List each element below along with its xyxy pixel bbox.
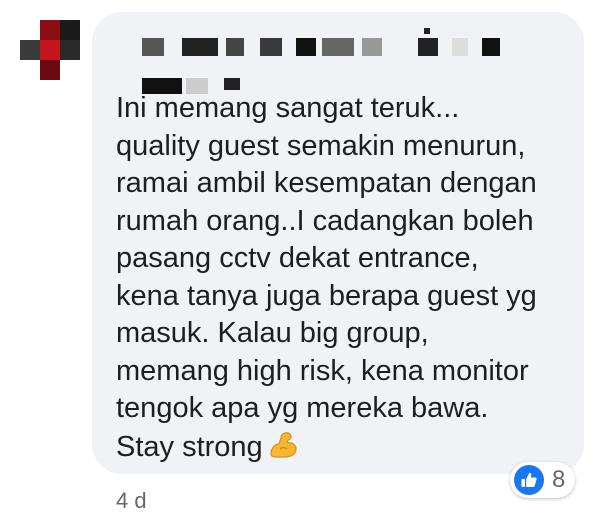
- comment-line: rumah orang..I cadangkan boleh: [116, 204, 534, 237]
- comment-line: masuk. Kalau big group,: [116, 317, 429, 349]
- comment-text: Ini memang sangat teruk... quality guest…: [116, 90, 576, 470]
- comment-line: ramai ambil kesempatan dengan: [116, 167, 537, 199]
- flexed-biceps-icon: [267, 428, 299, 471]
- comment-line: kena tanya juga berapa guest yg: [116, 279, 537, 312]
- reaction-summary[interactable]: 8: [510, 462, 576, 498]
- author-name-redacted[interactable]: [100, 28, 520, 94]
- reaction-count: 8: [552, 466, 566, 493]
- comment-line: Ini memang sangat teruk...: [116, 92, 460, 124]
- comment-screenshot: Ini memang sangat teruk... quality guest…: [0, 0, 608, 517]
- avatar[interactable]: [20, 20, 80, 80]
- comment-line: Stay strong: [116, 430, 263, 463]
- comment-line: pasang cctv dekat entrance,: [116, 242, 479, 274]
- comment-line: quality guest semakin menurun,: [116, 129, 526, 162]
- like-icon: [514, 465, 544, 495]
- comment-timestamp[interactable]: 4 d: [116, 488, 147, 514]
- comment-line: tengok apa yg mereka bawa.: [116, 392, 489, 424]
- comment-line: memang high risk, kena monitor: [116, 354, 529, 387]
